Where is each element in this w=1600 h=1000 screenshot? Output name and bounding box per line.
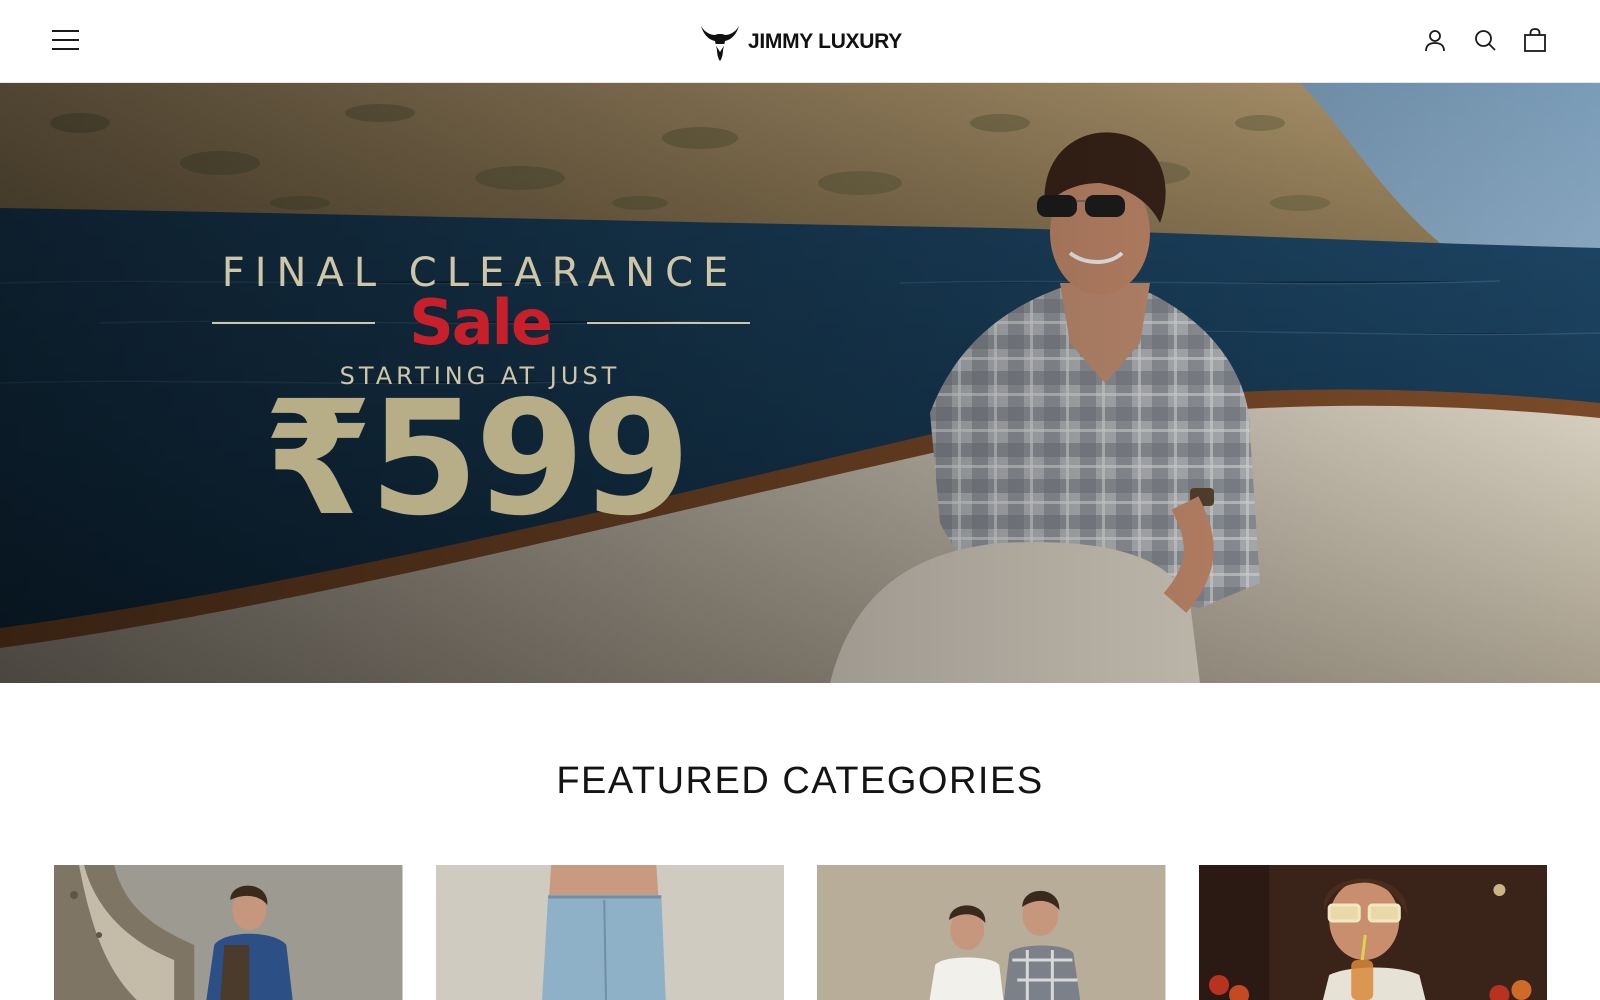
category-image xyxy=(1198,865,1547,1000)
cart-icon[interactable] xyxy=(1522,26,1548,54)
category-card-jeans[interactable] xyxy=(435,865,784,1000)
hero-price: ₹599 xyxy=(263,367,691,551)
hero-banner[interactable]: FINAL CLEARANCE Sale STARTING AT JUST ₹5… xyxy=(0,83,1600,683)
category-card-jackets[interactable] xyxy=(54,865,403,1000)
bull-logo-icon xyxy=(701,26,739,61)
category-card-sunglasses[interactable] xyxy=(1198,865,1547,1000)
brand-logo[interactable]: JIMMY LUXURY xyxy=(698,20,902,64)
category-image xyxy=(54,865,403,1000)
featured-categories-heading: FEATURED CATEGORIES xyxy=(556,760,1044,802)
divider-right xyxy=(587,322,750,324)
menu-icon[interactable] xyxy=(52,30,82,54)
category-grid xyxy=(54,865,1547,1000)
hero-promo-text: FINAL CLEARANCE Sale STARTING AT JUST ₹5… xyxy=(210,250,750,538)
category-card-shirts[interactable] xyxy=(817,865,1166,1000)
divider-left xyxy=(212,322,375,324)
category-image xyxy=(817,865,1166,1000)
account-icon[interactable] xyxy=(1422,26,1448,54)
search-icon[interactable] xyxy=(1472,26,1498,54)
site-header: JIMMY LUXURY xyxy=(0,0,1600,83)
category-image xyxy=(435,865,784,1000)
brand-name: JIMMY LUXURY xyxy=(748,30,902,53)
